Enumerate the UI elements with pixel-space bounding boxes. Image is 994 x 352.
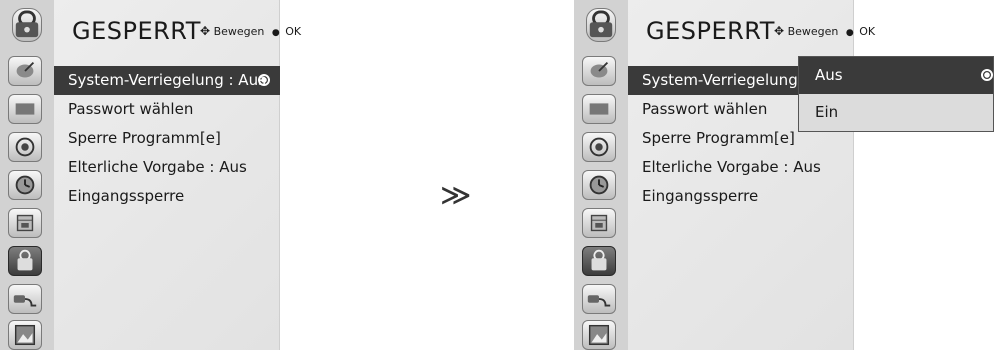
padlock-icon[interactable]: [8, 246, 42, 276]
clock-icon[interactable]: [8, 170, 42, 200]
option-label: Ein: [815, 103, 839, 121]
menu-item-label: Eingangssperre: [68, 187, 185, 205]
menu-item-label: Sperre Programm[e]: [642, 129, 795, 147]
calendar-icon[interactable]: [8, 208, 42, 238]
satellite-dish-icon[interactable]: [8, 56, 42, 86]
speaker-icon[interactable]: [8, 132, 42, 162]
navigation-hint: ✥ Bewegen ● OK: [200, 24, 301, 38]
input-cable-icon[interactable]: [582, 284, 616, 314]
tv-screen-icon[interactable]: [582, 94, 616, 124]
menu-item-label: Elterliche Vorgabe : Aus: [642, 158, 821, 176]
lock-header-icon: [586, 8, 616, 42]
menu-item-input-block[interactable]: Eingangssperre: [628, 182, 802, 211]
hint-ok-label: OK: [859, 25, 876, 38]
option-off[interactable]: Aus: [799, 57, 993, 94]
menu-item-parental-guidance[interactable]: Elterliche Vorgabe : Aus: [628, 153, 868, 182]
menu-item-label: Sperre Programm[e]: [68, 129, 221, 147]
calendar-icon[interactable]: [582, 208, 616, 238]
lock-menu-panel-after: GESPERRT ✥ Bewegen ● OK System-Verriegel…: [574, 0, 994, 350]
menu-item-label: System-Verriegelung : Aus: [68, 71, 266, 89]
option-on[interactable]: Ein: [799, 94, 993, 131]
menu-title: GESPERRT: [72, 17, 201, 45]
padlock-icon[interactable]: [582, 246, 616, 276]
ok-dot-icon: ●: [271, 28, 280, 38]
step-arrow: ≫: [440, 178, 472, 213]
navigation-hint: ✥ Bewegen ● OK: [774, 24, 875, 38]
ok-dot-icon: ●: [845, 28, 854, 38]
menu-item-set-password[interactable]: Passwort wählen: [628, 95, 802, 124]
menu-item-system-lock[interactable]: System-Verriegelung: [628, 66, 802, 95]
clock-icon[interactable]: [582, 170, 616, 200]
photo-frame-icon[interactable]: [582, 320, 616, 350]
selected-radio-icon: [981, 69, 993, 81]
menu-item-label: Passwort wählen: [642, 100, 768, 118]
option-label: Aus: [815, 66, 843, 84]
category-icon-bar: [574, 0, 628, 350]
menu-item-label: Elterliche Vorgabe : Aus: [68, 158, 247, 176]
menu-item-label: Eingangssperre: [642, 187, 759, 205]
photo-frame-icon[interactable]: [8, 320, 42, 350]
lock-menu-panel-before: GESPERRT ✥ Bewegen ● OK System-Verriegel…: [0, 0, 301, 350]
menu-item-label: System-Verriegelung: [642, 71, 798, 89]
tv-screen-icon[interactable]: [8, 94, 42, 124]
menu-item-system-lock[interactable]: System-Verriegelung : Aus: [54, 66, 280, 95]
menu-item-parental-guidance[interactable]: Elterliche Vorgabe : Aus: [54, 153, 280, 182]
lock-header-icon: [12, 8, 42, 42]
hint-ok-label: OK: [285, 25, 302, 38]
selected-radio-icon: [258, 74, 270, 86]
menu-item-label: Passwort wählen: [68, 100, 194, 118]
move-arrows-icon: ✥: [200, 24, 211, 38]
menu-item-set-password[interactable]: Passwort wählen: [54, 95, 280, 124]
menu-item-block-programme[interactable]: Sperre Programm[e]: [628, 124, 802, 153]
system-lock-options-popup: Aus Ein: [798, 56, 994, 132]
input-cable-icon[interactable]: [8, 284, 42, 314]
category-icon-bar: [0, 0, 54, 350]
menu-title: GESPERRT: [646, 17, 775, 45]
speaker-icon[interactable]: [582, 132, 616, 162]
hint-move-label: Bewegen: [787, 25, 839, 38]
satellite-dish-icon[interactable]: [582, 56, 616, 86]
menu-item-input-block[interactable]: Eingangssperre: [54, 182, 280, 211]
hint-move-label: Bewegen: [213, 25, 265, 38]
lock-menu-list: System-Verriegelung : Aus Passwort wähle…: [54, 66, 280, 211]
move-arrows-icon: ✥: [774, 24, 785, 38]
menu-item-block-programme[interactable]: Sperre Programm[e]: [54, 124, 280, 153]
